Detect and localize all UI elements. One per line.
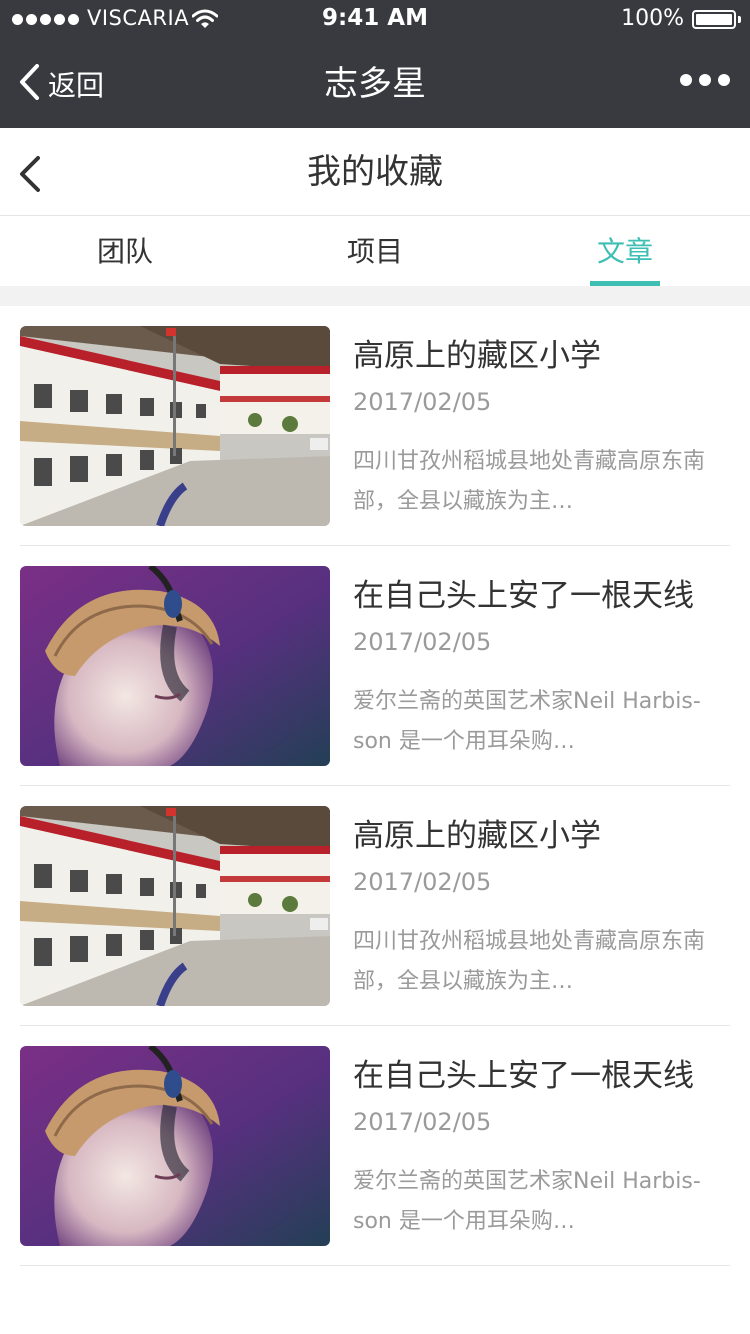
article-description: 四川甘孜州稻城县地处青藏高原东南部，全县以藏族为主…: [353, 449, 706, 514]
article-date: 2017/02/05: [353, 388, 492, 416]
article-list: 高原上的藏区小学 2017/02/05 四川甘孜州稻城县地处青藏高原东南部，全县…: [0, 306, 750, 1266]
article-description: 爱尔兰斋的英国艺术家Neil Harbis-son 是一个用耳朵购…: [353, 1169, 701, 1234]
battery-percentage: 100%: [621, 6, 684, 31]
status-bar: VISCARIA 9:41 AM 100%: [0, 0, 750, 40]
article-title: 在自己头上安了一根天线: [353, 1058, 694, 1094]
article-item[interactable]: 在自己头上安了一根天线 2017/02/05 爱尔兰斋的英国艺术家Neil Ha…: [0, 1026, 750, 1266]
wechat-title: 志多星: [324, 64, 426, 104]
portrait-with-antenna-thumbnail: [20, 566, 330, 766]
article-date: 2017/02/05: [353, 1108, 492, 1136]
tab-team-label: 团队: [96, 235, 153, 268]
tab-team[interactable]: 团队: [0, 216, 250, 286]
page-title: 我的收藏: [307, 152, 443, 192]
tab-article-label: 文章: [596, 235, 653, 268]
more-options-icon[interactable]: [680, 74, 730, 86]
battery-tip: [738, 16, 741, 23]
school-building-thumbnail: [20, 806, 330, 1006]
section-divider: [0, 286, 750, 306]
article-title: 在自己头上安了一根天线: [353, 578, 694, 614]
article-description: 四川甘孜州稻城县地处青藏高原东南部，全县以藏族为主…: [353, 929, 706, 994]
tab-project-label: 项目: [346, 235, 403, 268]
article-title: 高原上的藏区小学: [353, 818, 601, 854]
portrait-with-antenna-thumbnail: [20, 1046, 330, 1246]
article-date: 2017/02/05: [353, 868, 492, 896]
list-divider: [20, 1265, 730, 1266]
tab-project[interactable]: 项目: [250, 216, 500, 286]
tab-bar: 团队 项目 文章: [0, 216, 750, 286]
battery-icon: [692, 10, 736, 29]
article-item[interactable]: 高原上的藏区小学 2017/02/05 四川甘孜州稻城县地处青藏高原东南部，全县…: [0, 306, 750, 546]
tab-article[interactable]: 文章: [500, 216, 750, 286]
article-item[interactable]: 在自己头上安了一根天线 2017/02/05 爱尔兰斋的英国艺术家Neil Ha…: [0, 546, 750, 786]
article-title: 高原上的藏区小学: [353, 338, 601, 374]
page-header: 我的收藏: [0, 128, 750, 216]
article-item[interactable]: 高原上的藏区小学 2017/02/05 四川甘孜州稻城县地处青藏高原东南部，全县…: [0, 786, 750, 1026]
article-description: 爱尔兰斋的英国艺术家Neil Harbis-son 是一个用耳朵购…: [353, 689, 701, 754]
article-date: 2017/02/05: [353, 628, 492, 656]
wechat-top-bar: VISCARIA 9:41 AM 100% 返回 志多星: [0, 0, 750, 128]
school-building-thumbnail: [20, 326, 330, 526]
